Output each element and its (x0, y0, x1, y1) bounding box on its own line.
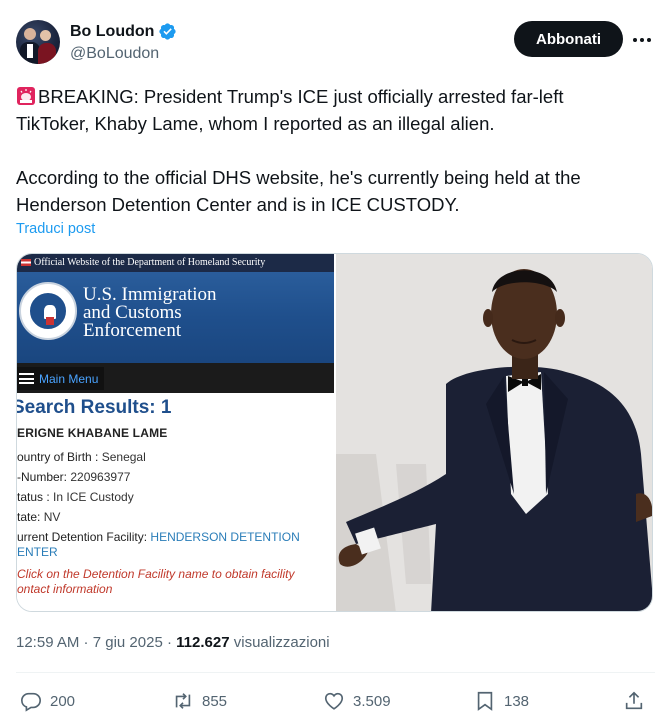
detainee-name: ERIGNE KHABANE LAME (17, 426, 168, 440)
a-number-row: -Number: 220963977 (17, 470, 131, 484)
bookmark-count: 138 (504, 692, 530, 710)
verified-badge-icon[interactable] (158, 22, 177, 41)
avatar[interactable] (16, 20, 60, 64)
repost-button[interactable]: 855 (172, 686, 227, 716)
share-icon (625, 691, 643, 710)
police-siren-icon (16, 86, 36, 106)
tweet-text-line-4: Henderson Detention Center and is in ICE… (16, 194, 460, 215)
reply-icon (21, 692, 41, 712)
main-menu-button: Main Menu (17, 367, 105, 390)
person-photo-image[interactable] (336, 254, 652, 611)
bookmark-icon (477, 691, 493, 711)
ice-header: U.S. Immigration and Customs Enforcement (17, 272, 334, 363)
ice-agency-title: U.S. Immigration and Customs Enforcement (83, 284, 217, 341)
country-of-birth-row: ountry of Birth : Senegal (17, 450, 146, 464)
status-row: tatus : In ICE Custody (17, 490, 134, 504)
us-flag-icon (21, 259, 31, 266)
detention-facility-row: urrent Detention Facility: HENDERSON DET… (17, 530, 300, 544)
divider (16, 672, 655, 673)
views-count: 112.627 (176, 634, 230, 651)
bookmark-button[interactable]: 138 (474, 686, 529, 716)
subscribe-button[interactable]: Abbonati (514, 21, 623, 57)
tweet-meta: 12:59 AM · 7 giu 2025 · 112.627 visualiz… (16, 634, 330, 651)
ice-menu-bar: Main Menu (17, 363, 334, 393)
person-photo-illustration (336, 254, 652, 611)
action-bar: 200 855 3.509 138 (0, 686, 671, 716)
state-row: tate: NV (17, 510, 61, 524)
reply-button[interactable]: 200 (20, 686, 75, 716)
views-label: visualizzazioni (229, 634, 330, 651)
translate-post-link[interactable]: Traduci post (16, 221, 95, 237)
heart-icon (324, 692, 344, 710)
reply-count: 200 (50, 692, 76, 710)
media-grid: Official Website of the Department of Ho… (16, 253, 653, 612)
more-options-icon[interactable] (624, 27, 660, 53)
like-button[interactable]: 3.509 (323, 686, 391, 716)
repost-count: 855 (202, 692, 228, 710)
tweet-text-line-1: BREAKING: President Trump's ICE just off… (16, 83, 656, 110)
facility-note-line-1: Click on the Detention Facility name to … (17, 567, 295, 581)
tweet-text-line-3: According to the official DHS website, h… (16, 167, 581, 188)
tweet-date[interactable]: 7 giu 2025 (93, 634, 163, 651)
dhs-seal-icon (19, 282, 77, 340)
tweet-text-line-2: TikToker, Khaby Lame, whom I reported as… (16, 113, 495, 134)
dhs-banner: Official Website of the Department of Ho… (17, 254, 334, 272)
tweet-time[interactable]: 12:59 AM (16, 634, 79, 651)
facility-note-line-2: ontact information (17, 582, 113, 596)
ice-screenshot-image[interactable]: Official Website of the Department of Ho… (17, 254, 334, 611)
like-count: 3.509 (353, 692, 391, 710)
share-button[interactable] (623, 686, 653, 716)
author-name-row: Bo Loudon (70, 22, 177, 41)
author-display-name[interactable]: Bo Loudon (70, 23, 154, 41)
detention-facility-row-cont: ENTER (17, 545, 58, 559)
hamburger-menu-icon (19, 373, 34, 384)
tweet-text: BREAKING: President Trump's ICE just off… (16, 83, 656, 218)
repost-icon (175, 693, 191, 709)
tweet: Bo Loudon @BoLoudon Abbonati BREAKING: P… (0, 0, 671, 720)
search-results-title: Search Results: 1 (17, 397, 172, 418)
author-handle[interactable]: @BoLoudon (70, 45, 159, 63)
